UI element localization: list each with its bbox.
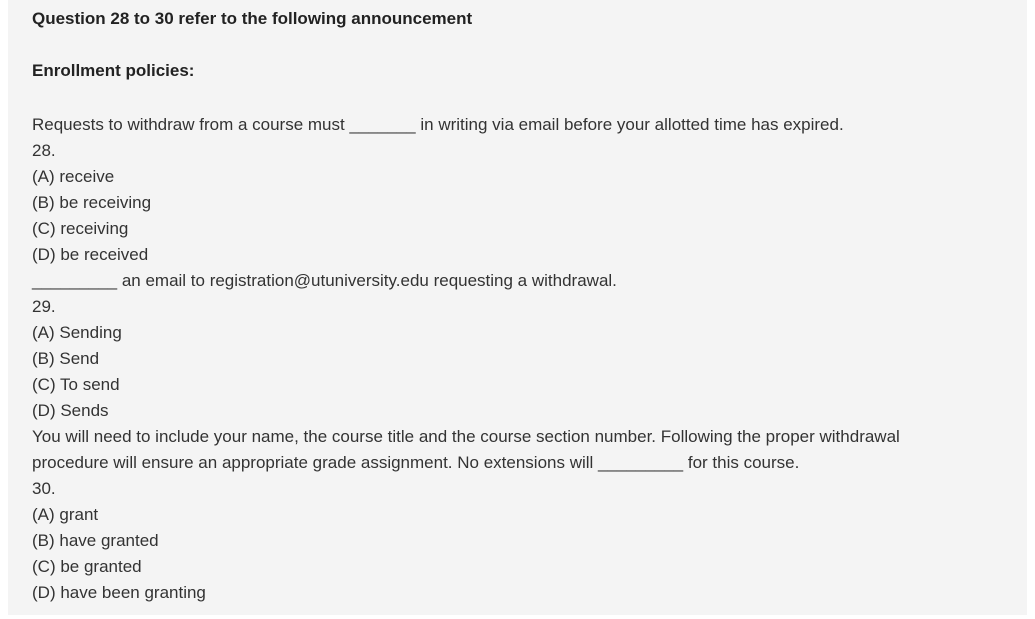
question-30-option-a[interactable]: (A) grant [32, 502, 1022, 528]
question-29-option-b[interactable]: (B) Send [32, 346, 1022, 372]
question-28-option-d[interactable]: (D) be received [32, 242, 1022, 268]
announcement-content: Question 28 to 30 refer to the following… [32, 8, 1022, 606]
question-30-number: 30. [32, 479, 56, 498]
question-30-option-c[interactable]: (C) be granted [32, 554, 1022, 580]
question-29-option-a[interactable]: (A) Sending [32, 320, 1022, 346]
question-28-number: 28. [32, 141, 56, 160]
question-30-option-d[interactable]: (D) have been granting [32, 580, 1022, 606]
passage-sentence-3-line-2: procedure will ensure an appropriate gra… [32, 453, 800, 472]
question-29-number: 29. [32, 297, 56, 316]
enrollment-policies-heading: Enrollment policies: [32, 61, 195, 80]
question-29-option-c[interactable]: (C) To send [32, 372, 1022, 398]
question-28-option-a[interactable]: (A) receive [32, 164, 1022, 190]
question-30-option-b[interactable]: (B) have granted [32, 528, 1022, 554]
question-28-option-c[interactable]: (C) receiving [32, 216, 1022, 242]
announcement-panel: Question 28 to 30 refer to the following… [8, 0, 1027, 615]
question-28-option-b[interactable]: (B) be receiving [32, 190, 1022, 216]
passage-body: Requests to withdraw from a course must … [32, 112, 1022, 606]
question-29-option-d[interactable]: (D) Sends [32, 398, 1022, 424]
passage-sentence-3-line-1: You will need to include your name, the … [32, 427, 900, 446]
passage-sentence-1: Requests to withdraw from a course must … [32, 115, 844, 134]
question-heading: Question 28 to 30 refer to the following… [32, 9, 473, 28]
passage-sentence-2: _________ an email to registration@utuni… [32, 271, 617, 290]
